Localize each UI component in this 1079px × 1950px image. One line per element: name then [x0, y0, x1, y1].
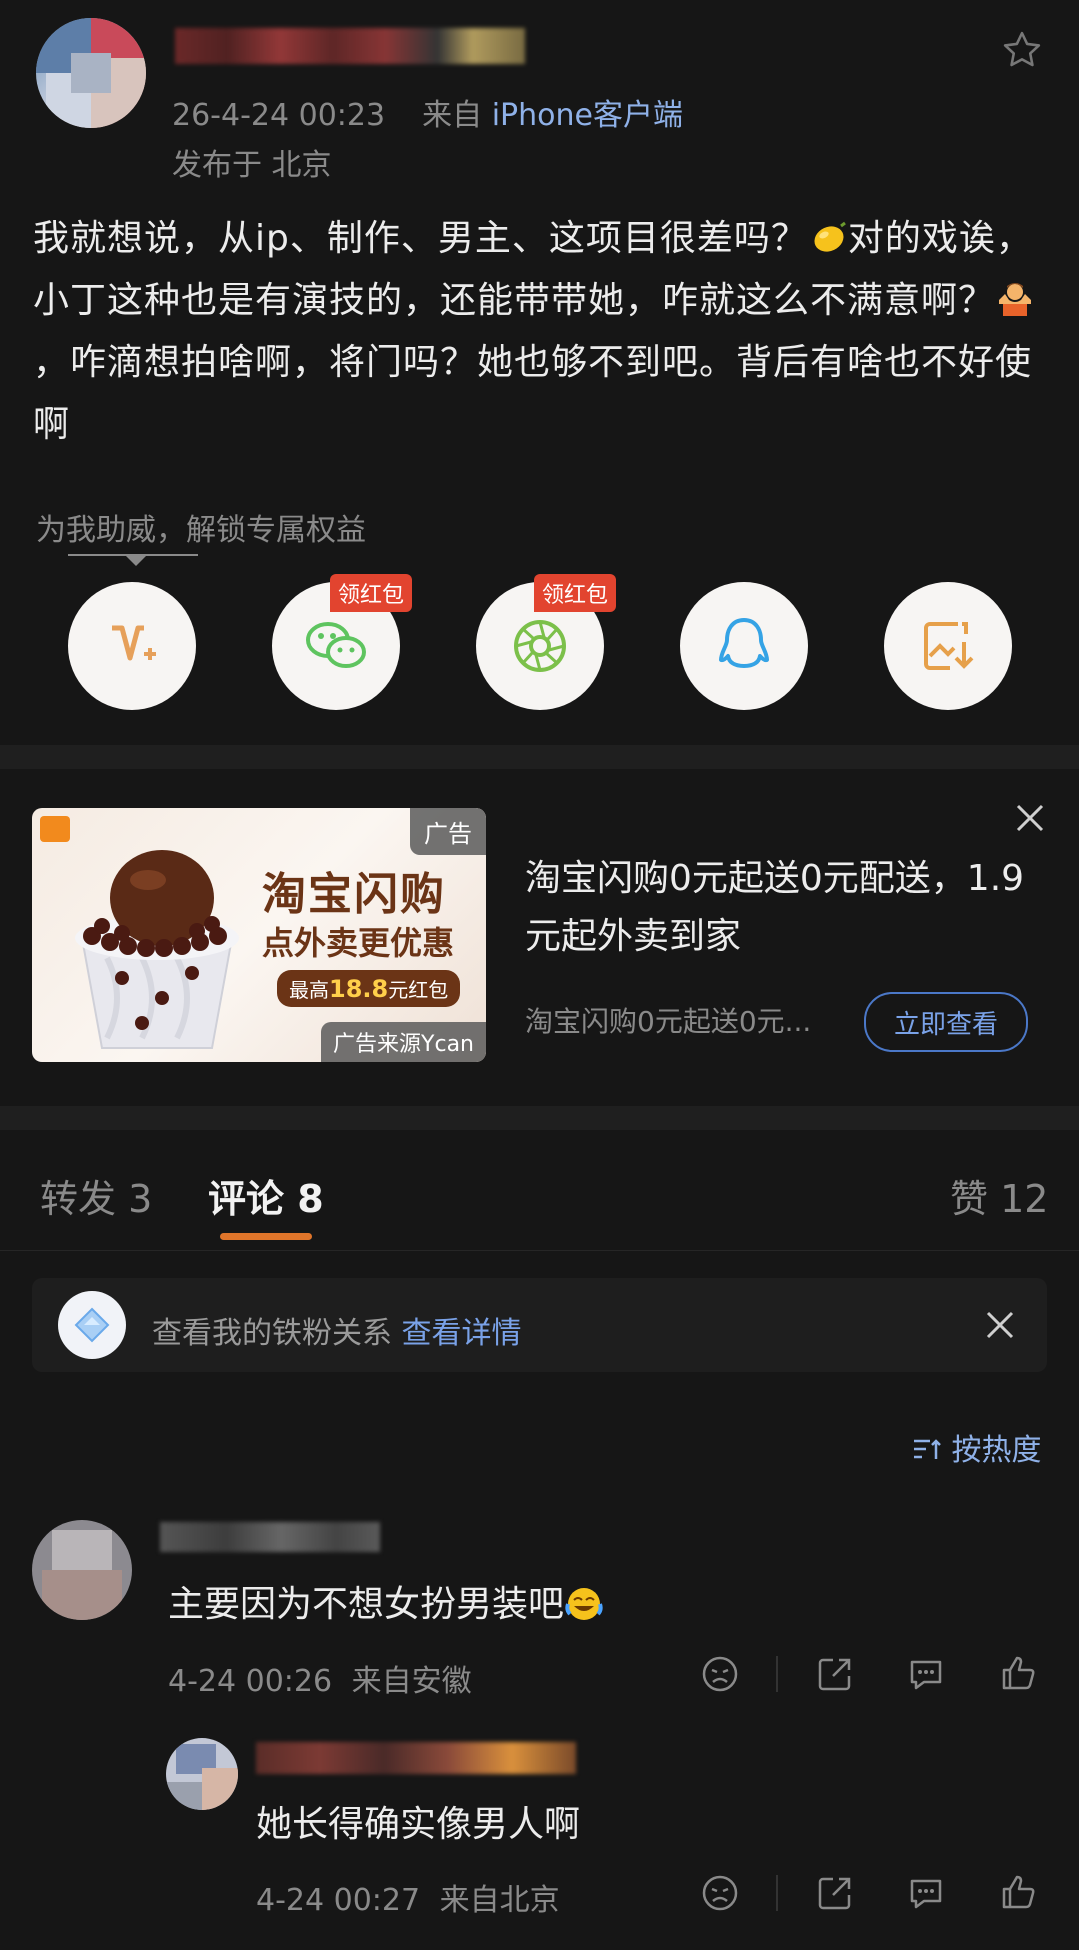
reply-location: 来自北京: [439, 1883, 560, 1918]
comment-text-content: 主要因为不想女扮男装吧: [168, 1584, 565, 1625]
wechat-icon: [306, 622, 366, 668]
qq-share-button[interactable]: [680, 582, 808, 710]
fans-text: 查看我的铁粉关系 查看详情: [152, 1308, 522, 1352]
reply-meta: 4-24 00:27 来自北京: [256, 1875, 560, 1919]
replier-avatar[interactable]: [166, 1738, 238, 1810]
fans-badge-icon: [58, 1291, 126, 1359]
fans-label: 查看我的铁粉关系: [152, 1316, 392, 1351]
post-time: 26-4-24 00:23: [172, 98, 386, 133]
tab-comments[interactable]: 评论 8: [208, 1168, 324, 1223]
tab-repost[interactable]: 转发 3: [40, 1168, 152, 1223]
author-avatar[interactable]: [36, 18, 146, 128]
red-packet-badge: 领红包: [534, 574, 617, 612]
commenter-name-blurred[interactable]: [160, 1522, 380, 1552]
sort-icon: [914, 1439, 941, 1459]
ad-pill-prefix: 最高: [289, 978, 329, 1002]
lemon-emoji-icon: [814, 221, 846, 252]
post-source-prefix: 来自: [422, 98, 483, 133]
ad-description: 淘宝闪购0元起送0元...: [525, 1005, 812, 1038]
sort-by-hot-button[interactable]: 按热度: [912, 1425, 1042, 1469]
comment-text: 主要因为不想女扮男装吧: [168, 1575, 604, 1627]
like-thumb-icon[interactable]: [998, 1871, 1038, 1911]
ad-tag: 广告: [410, 808, 486, 855]
reply-time: 4-24 00:27: [256, 1883, 421, 1918]
comment-time: 4-24 00:26: [168, 1664, 333, 1699]
commenter-avatar[interactable]: [32, 1520, 132, 1620]
person-shrugging-emoji-icon: [999, 283, 1032, 316]
sort-label: 按热度: [951, 1433, 1042, 1468]
reply-icon[interactable]: [906, 1654, 946, 1694]
comment-meta: 4-24 00:26 来自安徽: [168, 1656, 472, 1700]
vip-plus-icon: [112, 625, 156, 661]
active-tab-indicator: [220, 1233, 312, 1240]
ad-source: 广告来源Ycan: [321, 1022, 486, 1062]
section-divider: [0, 1106, 1079, 1130]
dislike-face-icon[interactable]: [700, 1654, 740, 1694]
post-text-part-3: ，咋滴想拍啥啊，将门吗？她也够不到吧。背后有啥也不好使啊: [33, 342, 1033, 445]
close-ad-icon[interactable]: [1012, 800, 1048, 836]
tabs-divider: [0, 1250, 1079, 1251]
wechat-share-button[interactable]: 领红包: [272, 574, 413, 710]
post-meta: 26-4-24 00:23 来自 iPhone客户端: [172, 90, 683, 134]
close-fans-banner-icon[interactable]: [982, 1307, 1018, 1343]
ad-pill-suffix: 元红包: [388, 978, 449, 1002]
post-location: 发布于 北京: [172, 148, 332, 183]
reply-icon[interactable]: [906, 1873, 946, 1913]
ad-image-title: 淘宝闪购: [262, 869, 446, 920]
laughing-crying-emoji-icon: [565, 1588, 603, 1620]
moments-share-button[interactable]: 领红包: [476, 574, 617, 710]
ad-image-redpacket: 最高18.8元红包: [277, 970, 461, 1007]
ad-image[interactable]: 淘宝闪购 点外卖更优惠 最高18.8元红包 广告 广告来源Ycan: [32, 808, 486, 1062]
action-separator: [776, 1875, 778, 1911]
author-name-blurred[interactable]: [175, 28, 525, 64]
section-divider: [0, 745, 1079, 769]
ad-headline[interactable]: 淘宝闪购0元起送0元配送，1.9元起外卖到家: [525, 850, 1025, 966]
reply-text: 她长得确实像男人啊: [256, 1804, 581, 1845]
share-icon[interactable]: [815, 1654, 855, 1694]
share-icon[interactable]: [815, 1873, 855, 1913]
ad-image-subtitle: 点外卖更优惠: [262, 924, 455, 962]
like-thumb-icon[interactable]: [998, 1652, 1038, 1692]
comment-location: 来自安徽: [351, 1664, 472, 1699]
moments-icon: [514, 620, 566, 672]
support-caret: [126, 556, 146, 566]
replier-name-blurred[interactable]: [256, 1742, 576, 1774]
post-source[interactable]: iPhone客户端: [492, 98, 683, 133]
tab-likes[interactable]: 赞 12: [950, 1168, 1048, 1223]
post-body: 我就想说，从ip、制作、男主、这项目很差吗？ 对的戏诶，小丁这种也是有演技的，还能…: [33, 208, 1048, 456]
fans-detail-link[interactable]: 查看详情: [402, 1316, 522, 1351]
save-image-icon: [924, 622, 974, 670]
qq-icon: [719, 618, 769, 668]
red-packet-badge: 领红包: [330, 574, 413, 612]
ad-pill-amount: 18.8: [329, 975, 389, 1003]
support-prompt[interactable]: 为我助威，解锁专属权益: [36, 505, 366, 549]
dessert-cup-icon: [75, 850, 239, 1049]
vip-plus-button[interactable]: [68, 582, 196, 710]
post-text-part-1: 我就想说，从ip、制作、男主、这项目很差吗？: [33, 218, 808, 259]
save-image-button[interactable]: [884, 582, 1012, 710]
ad-cta-button[interactable]: 立即查看: [864, 992, 1028, 1052]
dislike-face-icon[interactable]: [700, 1873, 740, 1913]
action-separator: [776, 1656, 778, 1692]
favorite-star-icon[interactable]: [1000, 28, 1044, 72]
